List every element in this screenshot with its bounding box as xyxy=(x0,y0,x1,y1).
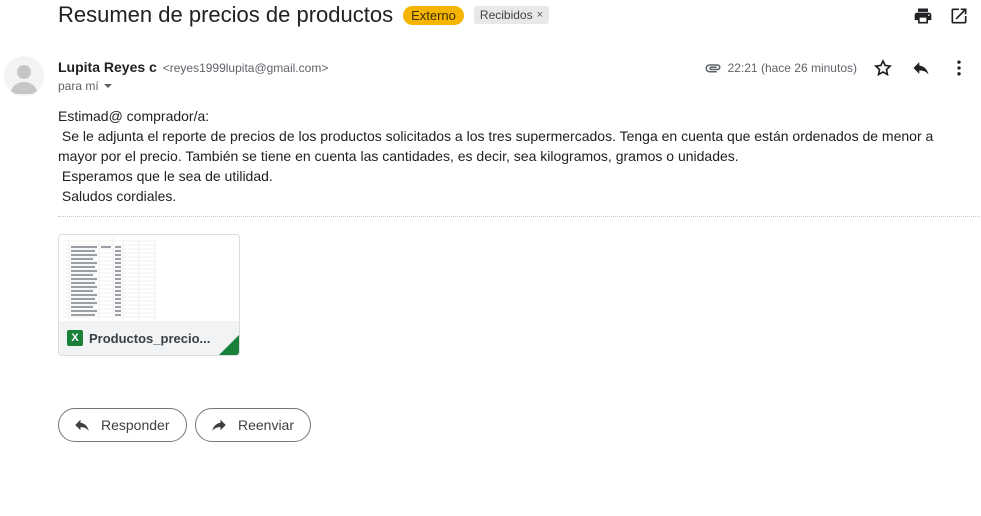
forward-arrow-icon xyxy=(212,419,226,431)
attachment-divider xyxy=(58,216,980,217)
reply-button-label: Responder xyxy=(101,417,170,433)
greeting-text: Estimad@ comprador/a: xyxy=(58,108,210,124)
sender-email: <reyes1999lupita@gmail.com> xyxy=(162,61,329,75)
subject-row: Resumen de precios de productos Externo … xyxy=(58,0,550,30)
excel-file-icon: X xyxy=(67,330,83,346)
reply-icon[interactable] xyxy=(909,56,933,80)
label-chip-text: Recibidos xyxy=(479,8,533,22)
reply-arrow-icon xyxy=(75,419,89,431)
attachment-filename: Productos_precio... xyxy=(89,330,211,346)
open-in-new-window-icon[interactable] xyxy=(947,4,971,28)
sender-name[interactable]: Lupita Reyes c xyxy=(58,59,157,75)
attachment-footer: X Productos_precio... xyxy=(59,321,239,355)
timestamp-group: 22:21 (hace 26 minutos) xyxy=(704,59,857,77)
print-icon[interactable] xyxy=(911,4,935,28)
attachment-thumbnail xyxy=(59,235,239,321)
attachment-card[interactable]: X Productos_precio... xyxy=(58,234,240,356)
attachment-icon xyxy=(705,64,721,73)
label-remove-icon[interactable]: × xyxy=(537,9,543,21)
message-meta: 22:21 (hace 26 minutos) xyxy=(704,56,971,80)
message-body: Estimad@ comprador/a: Se le adjunta el r… xyxy=(58,106,968,206)
forward-button[interactable]: Reenviar xyxy=(195,408,311,442)
dropdown-arrow-icon xyxy=(103,84,112,88)
reply-button[interactable]: Responder xyxy=(58,408,187,442)
forward-button-label: Reenviar xyxy=(237,417,294,433)
more-vert-icon[interactable] xyxy=(947,56,971,80)
sender-line: Lupita Reyes c <reyes1999lupita@gmail.co… xyxy=(58,59,328,75)
body-line: Esperamos que le sea de utilidad. xyxy=(58,168,273,184)
recipient-details-toggle[interactable]: para mí xyxy=(58,79,113,93)
avatar[interactable] xyxy=(4,56,44,96)
excel-corner-badge xyxy=(219,335,239,355)
top-actions xyxy=(911,4,971,28)
recipient-label: para mí xyxy=(58,79,99,93)
timestamp: 22:21 (hace 26 minutos) xyxy=(727,61,857,75)
external-chip: Externo xyxy=(403,5,464,25)
signature-line: Saludos cordiales. xyxy=(58,188,177,204)
email-subject: Resumen de precios de productos xyxy=(58,2,394,27)
star-icon[interactable] xyxy=(871,56,895,80)
body-paragraph: Se le adjunta el reporte de precios de l… xyxy=(58,128,938,164)
label-chip-inbox[interactable]: Recibidos × xyxy=(473,6,550,24)
